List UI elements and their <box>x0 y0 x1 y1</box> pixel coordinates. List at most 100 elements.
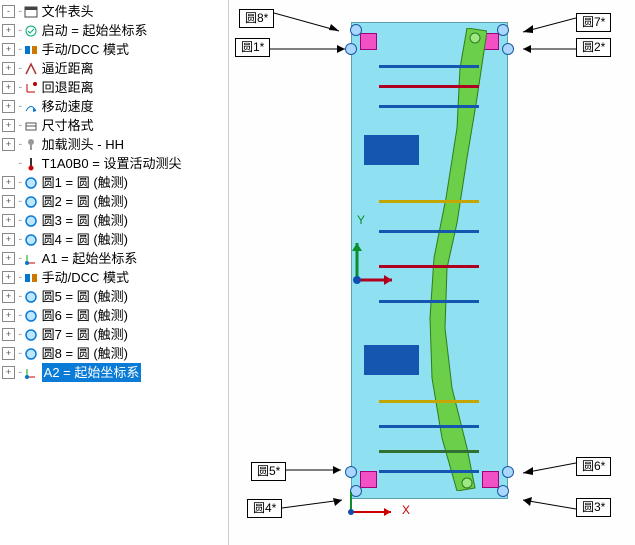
circle-icon <box>24 346 39 361</box>
mode-icon <box>24 42 39 57</box>
tree-connector: ·· <box>18 192 21 211</box>
tree-item-label: 文件表头 <box>42 2 94 21</box>
expand-icon[interactable]: + <box>2 24 15 37</box>
cs-start-icon <box>24 23 39 38</box>
tree-item[interactable]: +··尺寸格式 <box>0 116 228 135</box>
tree-item[interactable]: +··圆4 = 圆 (触测) <box>0 230 228 249</box>
label-circle-2[interactable]: 圆2* <box>521 38 611 57</box>
tree-item-label: 回退距离 <box>42 78 94 97</box>
header-icon <box>24 4 39 19</box>
tree-item[interactable]: +··A1 = 起始坐标系 <box>0 249 228 268</box>
tree-item[interactable]: +··圆6 = 圆 (触测) <box>0 306 228 325</box>
tree-item[interactable]: ··T1A0B0 = 设置活动测尖 <box>0 154 228 173</box>
tree-connector: ·· <box>18 2 21 21</box>
expand-icon[interactable]: + <box>2 81 15 94</box>
tree-item[interactable]: +··A2 = 起始坐标系 <box>0 363 228 382</box>
tree-item[interactable]: +·· 逼近距离 <box>0 59 228 78</box>
tree-item-label: 圆3 = 圆 (触测) <box>42 211 128 230</box>
approach-icon <box>24 61 39 76</box>
tree-item[interactable]: +··圆7 = 圆 (触测) <box>0 325 228 344</box>
label-circle-1[interactable]: 圆1* <box>235 38 350 57</box>
expand-icon[interactable]: + <box>2 347 15 360</box>
tree-connector: ·· <box>18 344 21 363</box>
expand-icon[interactable]: + <box>2 252 15 265</box>
tree-connector: ·· <box>18 363 21 382</box>
tree-item[interactable]: +··圆5 = 圆 (触测) <box>0 287 228 306</box>
program-tree[interactable]: -··文件表头+··启动 = 起始坐标系+··手动/DCC 模式+··逼近距离+… <box>0 0 229 545</box>
fixture-plate <box>351 22 508 499</box>
tree-connector: ·· <box>18 230 21 249</box>
circle-icon <box>24 194 39 209</box>
tree-item[interactable]: +·· 圆1 = 圆 (触测) <box>0 173 228 192</box>
collapse-icon[interactable]: - <box>2 5 15 18</box>
tree-item[interactable]: +··手动/DCC 模式 <box>0 268 228 287</box>
expand-icon[interactable]: + <box>2 328 15 341</box>
expand-icon[interactable]: + <box>2 43 15 56</box>
label-circle-3[interactable]: 圆3* <box>521 497 611 517</box>
expand-icon[interactable]: + <box>2 271 15 284</box>
expand-icon[interactable]: + <box>2 309 15 322</box>
expand-icon[interactable]: + <box>2 138 15 151</box>
tree-item-label: 逼近距离 <box>42 59 94 78</box>
expand-icon[interactable]: + <box>2 100 15 113</box>
tree-item[interactable]: +·· 圆8 = 圆 (触测) <box>0 344 228 363</box>
tree-connector: ·· <box>18 97 21 116</box>
tree-item-label: 移动速度 <box>42 97 94 116</box>
tree-connector: ·· <box>18 78 21 97</box>
tree-item-label: 圆5 = 圆 (触测) <box>42 287 128 306</box>
tree-item[interactable]: +·· 加载测头 - HH <box>0 135 228 154</box>
tree-item[interactable]: +··圆2 = 圆 (触测) <box>0 192 228 211</box>
tree-connector: ·· <box>18 325 21 344</box>
format-icon <box>24 118 39 133</box>
tree-item-label: 加载测头 - HH <box>42 135 124 154</box>
cs-icon <box>24 251 39 266</box>
tree-item[interactable]: +··圆3 = 圆 (触测) <box>0 211 228 230</box>
circle-icon <box>24 327 39 342</box>
axis-label-x: X <box>402 503 410 517</box>
tree-item[interactable]: -·· 文件表头 <box>0 2 228 21</box>
feat-circle-7[interactable] <box>502 43 514 55</box>
expand-icon[interactable]: + <box>2 233 15 246</box>
circle-icon <box>24 213 39 228</box>
tree-item[interactable]: +·· 移动速度 <box>0 97 228 116</box>
expand-icon[interactable]: + <box>2 214 15 227</box>
tree-item-label: 圆8 = 圆 (触测) <box>42 344 128 363</box>
tree-item-label: 圆1 = 圆 (触测) <box>42 173 128 192</box>
tree-connector: ·· <box>18 306 21 325</box>
expand-icon[interactable]: + <box>2 195 15 208</box>
feat-circle-3[interactable] <box>497 485 509 497</box>
label-circle-7[interactable]: 圆7* <box>521 10 611 35</box>
label-circle-5[interactable]: 圆5* <box>251 460 346 482</box>
tree-connector: ·· <box>18 21 21 40</box>
feat-circle-2[interactable] <box>497 24 509 36</box>
origin-marker <box>341 490 396 520</box>
speed-icon <box>24 99 39 114</box>
expand-icon[interactable]: + <box>2 176 15 189</box>
tree-item[interactable]: +·· 启动 = 起始坐标系 <box>0 21 228 40</box>
expand-icon[interactable]: + <box>2 62 15 75</box>
tree-connector: ·· <box>18 173 21 192</box>
feat-circle-5[interactable] <box>345 466 357 478</box>
feat-circle-1[interactable] <box>350 24 362 36</box>
label-circle-8[interactable]: 圆8* <box>239 3 344 33</box>
tree-item-label: 手动/DCC 模式 <box>42 268 129 287</box>
label-circle-4[interactable]: 圆4* <box>247 498 347 518</box>
tree-item-label: 启动 = 起始坐标系 <box>42 21 148 40</box>
tree-connector: ·· <box>18 135 21 154</box>
circle-icon <box>24 289 39 304</box>
feat-circle-6[interactable] <box>502 466 514 478</box>
expand-icon[interactable]: + <box>2 290 15 303</box>
expand-icon[interactable]: + <box>2 119 15 132</box>
circle-icon <box>24 232 39 247</box>
pad-top-left <box>360 33 377 50</box>
circle-icon <box>24 308 39 323</box>
tree-item[interactable]: +·· 回退距离 <box>0 78 228 97</box>
tree-item[interactable]: +··手动/DCC 模式 <box>0 40 228 59</box>
graphics-viewport[interactable]: Y X 圆8* 圆7* 圆1* 圆2* 圆5* 圆6* 圆4* <box>229 0 635 545</box>
axis-label-y: Y <box>357 213 365 227</box>
expand-icon[interactable]: + <box>2 366 15 379</box>
label-circle-6[interactable]: 圆6* <box>521 455 611 477</box>
tree-connector: ·· <box>18 59 21 78</box>
tree-connector: ·· <box>18 154 21 173</box>
retract-icon <box>24 80 39 95</box>
